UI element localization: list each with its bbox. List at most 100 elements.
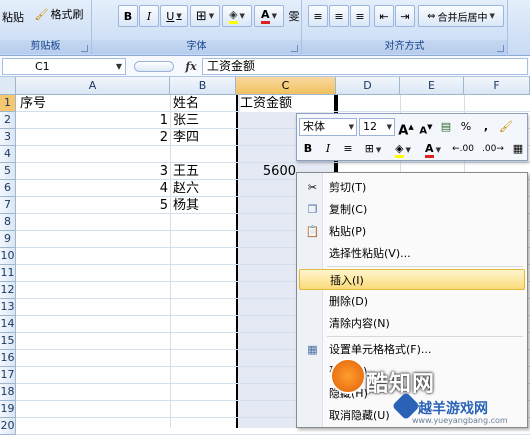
align-center-button[interactable]: ≡ bbox=[329, 5, 349, 27]
cell-a5[interactable]: 3 bbox=[16, 163, 170, 180]
cell-a7[interactable]: 5 bbox=[16, 197, 170, 214]
decrease-decimal-button[interactable]: .00→ bbox=[479, 140, 507, 158]
row-header-17[interactable]: 17 bbox=[0, 367, 16, 384]
italic-button[interactable]: I bbox=[139, 5, 159, 27]
cell-a2[interactable]: 1 bbox=[16, 112, 170, 129]
accounting-format-button[interactable]: ▤ bbox=[437, 118, 455, 136]
column-header-f[interactable]: F bbox=[464, 77, 530, 95]
formula-input[interactable]: 工资金额 bbox=[202, 58, 528, 75]
cell-b5[interactable]: 王五 bbox=[173, 163, 199, 180]
mini-center-button[interactable]: ≡ bbox=[339, 140, 357, 158]
fill-bucket-icon: ◈ bbox=[395, 142, 404, 158]
font-color-button[interactable]: A ▼ bbox=[254, 5, 284, 27]
mini-bold-button[interactable]: B bbox=[299, 140, 317, 158]
menu-item-paste[interactable]: 📋 粘贴(P) bbox=[299, 221, 525, 242]
insert-function-button[interactable]: fx bbox=[180, 58, 202, 75]
cell-a1[interactable]: 序号 bbox=[20, 95, 46, 112]
select-all-corner[interactable] bbox=[0, 77, 16, 95]
formula-bar-resize-handle[interactable] bbox=[134, 61, 174, 72]
alignment-launcher-icon[interactable] bbox=[497, 45, 504, 52]
row-header-15[interactable]: 15 bbox=[0, 333, 16, 350]
row-header-16[interactable]: 16 bbox=[0, 350, 16, 367]
menu-item-copy[interactable]: ❐ 复制(C) bbox=[299, 199, 525, 220]
menu-item-clear-contents[interactable]: 清除内容(N) bbox=[299, 313, 525, 334]
font-launcher-icon[interactable] bbox=[291, 45, 298, 52]
menu-item-format-cells[interactable]: ▦ 设置单元格格式(F)... bbox=[299, 339, 525, 360]
cell-b1[interactable]: 姓名 bbox=[173, 95, 199, 112]
row-header-3[interactable]: 3 bbox=[0, 129, 16, 146]
clipboard-launcher-icon[interactable] bbox=[81, 45, 88, 52]
menu-item-insert[interactable]: 插入(I) bbox=[299, 269, 525, 290]
mini-fill-button[interactable]: ◈ ▼ bbox=[389, 140, 417, 158]
menu-item-paste-special[interactable]: 选择性粘贴(V)... bbox=[299, 243, 525, 264]
column-header-c[interactable]: C bbox=[236, 77, 336, 95]
cell-a6[interactable]: 4 bbox=[16, 180, 170, 197]
name-box-value: C1 bbox=[35, 60, 50, 73]
mini-font-color-button[interactable]: A ▼ bbox=[419, 140, 447, 158]
cell-b6[interactable]: 赵六 bbox=[173, 180, 199, 197]
mini-border-button[interactable]: ⊞ ▼ bbox=[359, 140, 387, 158]
increase-indent-button[interactable]: ⇥ bbox=[395, 5, 415, 27]
row-header-7[interactable]: 7 bbox=[0, 197, 16, 214]
paste-button[interactable]: 粘贴 bbox=[0, 2, 26, 32]
scissors-icon: ✂ bbox=[307, 181, 318, 194]
decrease-decimal-icon: → bbox=[496, 144, 504, 154]
column-header-a[interactable]: A bbox=[16, 77, 170, 95]
format-painter-mini-button[interactable]: 🖌 bbox=[497, 118, 515, 136]
row-header-10[interactable]: 10 bbox=[0, 248, 16, 265]
menu-item-cut[interactable]: ✂ 剪切(T) bbox=[299, 177, 525, 198]
row-header-14[interactable]: 14 bbox=[0, 316, 16, 333]
cell-c1[interactable]: 工资金额 bbox=[240, 95, 334, 112]
format-painter-button[interactable]: 🖌 格式刷 bbox=[30, 3, 88, 25]
font-size-select[interactable]: 12 ▼ bbox=[359, 118, 395, 136]
chevron-down-icon[interactable]: ▼ bbox=[116, 59, 122, 74]
column-header-b[interactable]: B bbox=[170, 77, 236, 95]
row-header-4[interactable]: 4 bbox=[0, 146, 16, 163]
font-name-select[interactable]: 宋体 ▼ bbox=[299, 118, 357, 136]
merge-center-button[interactable]: ⇔ 合并后居中 ▼ bbox=[418, 5, 504, 27]
row-header-20[interactable]: 20 bbox=[0, 418, 16, 435]
row-header-8[interactable]: 8 bbox=[0, 214, 16, 231]
cell-a3[interactable]: 2 bbox=[16, 129, 170, 146]
row-header-19[interactable]: 19 bbox=[0, 401, 16, 418]
underline-button[interactable]: U ▼ bbox=[160, 5, 188, 27]
align-left-button[interactable]: ≡ bbox=[308, 5, 328, 27]
mini-italic-button[interactable]: I bbox=[319, 140, 337, 158]
ribbon: 粘贴 🖌 格式刷 剪贴板 B I U ▼ ⊞ ▼ ◈ ▼ A ▼ 雯 字体 ≡ … bbox=[0, 0, 530, 56]
menu-item-label: 剪切(T) bbox=[329, 181, 367, 194]
row-header-13[interactable]: 13 bbox=[0, 299, 16, 316]
cell-b3[interactable]: 李四 bbox=[173, 129, 199, 146]
row-header-12[interactable]: 12 bbox=[0, 282, 16, 299]
row-header-6[interactable]: 6 bbox=[0, 180, 16, 197]
menu-item-delete[interactable]: 删除(D) bbox=[299, 291, 525, 312]
border-button[interactable]: ⊞ ▼ bbox=[190, 5, 220, 27]
cell-b2[interactable]: 张三 bbox=[173, 112, 199, 129]
row-header-1[interactable]: 1 bbox=[0, 95, 16, 112]
cell-c5[interactable]: 5600 bbox=[240, 163, 296, 180]
align-right-button[interactable]: ≡ bbox=[350, 5, 370, 27]
grow-font-button[interactable]: A▲ bbox=[397, 118, 415, 138]
comma-style-button[interactable]: , bbox=[477, 118, 495, 136]
decrease-indent-icon: ⇤ bbox=[379, 9, 389, 23]
bold-button[interactable]: B bbox=[118, 5, 138, 27]
decrease-indent-button[interactable]: ⇤ bbox=[374, 5, 394, 27]
fill-color-button[interactable]: ◈ ▼ bbox=[222, 5, 252, 27]
row-header-18[interactable]: 18 bbox=[0, 384, 16, 401]
cell-b7[interactable]: 杨其 bbox=[173, 197, 199, 214]
row-header-2[interactable]: 2 bbox=[0, 112, 16, 129]
phonetic-button[interactable]: 雯 bbox=[286, 5, 302, 27]
shrink-font-button[interactable]: A▼ bbox=[417, 118, 435, 136]
mini-table-button[interactable]: ▦ bbox=[509, 140, 527, 158]
increase-decimal-button[interactable]: ←.00 bbox=[449, 140, 477, 158]
row-header-9[interactable]: 9 bbox=[0, 231, 16, 248]
name-box[interactable]: C1 ▼ bbox=[2, 58, 126, 75]
table-icon: ▦ bbox=[512, 142, 524, 155]
column-header-d[interactable]: D bbox=[336, 77, 400, 95]
percent-button[interactable]: % bbox=[457, 118, 475, 136]
row-header-11[interactable]: 11 bbox=[0, 265, 16, 282]
align-left-icon: ≡ bbox=[313, 9, 323, 23]
row-header-5[interactable]: 5 bbox=[0, 163, 16, 180]
font-size-value: 12 bbox=[363, 120, 377, 133]
watermark-kuzhi: 酷知网 bbox=[366, 372, 436, 397]
column-header-e[interactable]: E bbox=[400, 77, 464, 95]
